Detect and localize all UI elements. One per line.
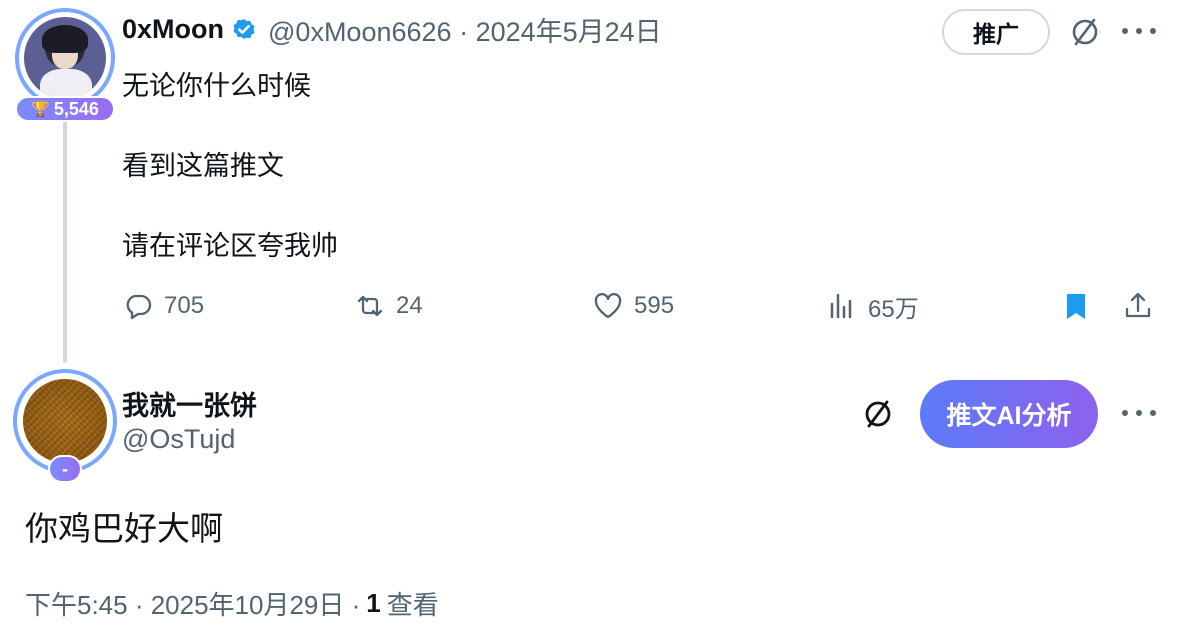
tweet-text-line-1: 无论你什么时候 [122,71,311,101]
reply-author-handle[interactable]: @OsTujd [122,424,235,455]
score-badge: 🏆 5,546 [15,96,115,122]
retweet-count: 24 [396,292,423,319]
reply-views-count: 1 [366,588,381,618]
like-count: 595 [634,292,675,319]
reply-meta: 下午5:45 · 2025年10月29日 · 1 查看 [25,585,439,622]
share-icon [1125,292,1151,318]
avatar-image [24,17,106,99]
share-button[interactable] [1122,284,1154,328]
tweet-action-bar: 705 24 595 65万 [122,284,1162,328]
verified-badge-icon [233,19,255,39]
separator-dot: · [459,16,476,47]
like-button[interactable]: 595 [592,284,674,328]
more-icon[interactable] [1122,408,1156,418]
views-button[interactable]: 65万 [826,284,919,328]
reply-views-label: 查看 [386,590,439,620]
slash-circle-icon[interactable] [1067,14,1103,50]
bookmark-icon [1067,294,1085,319]
reply-count: 705 [164,292,205,319]
views-count: 65万 [868,295,919,323]
author-name[interactable]: 0xMoon [122,14,224,45]
reply-timestamp[interactable]: 下午5:45 · 2025年10月29日 · [25,585,360,622]
thread-connector-line [63,118,67,363]
views-icon [830,293,852,319]
reply-author-name[interactable]: 我就一张饼 [122,384,257,423]
author-avatar[interactable] [15,8,115,108]
score-value: 5,546 [53,98,99,119]
bookmark-button[interactable] [1060,284,1092,328]
reply-icon [126,294,152,320]
trophy-icon: 🏆 [31,101,50,118]
retweet-icon [357,295,383,317]
tweet-text-line-3: 请在评论区夸我帅 [122,231,338,261]
author-handle-date[interactable]: @0xMoon6626 · 2024年5月24日 [268,10,662,49]
avatar-image [23,379,107,463]
ai-analysis-button[interactable]: 推文AI分析 [920,380,1098,448]
reply-text: 你鸡巴好大啊 [25,510,223,547]
like-icon [594,293,622,319]
tweet-header: 0xMoon @0xMoon6626 · 2024年5月24日 [122,10,662,49]
tweet-text-line-2: 看到这篇推文 [122,151,284,181]
reply-score-badge: - [48,455,82,483]
author-handle[interactable]: @0xMoon6626 [268,17,452,47]
more-icon[interactable] [1122,26,1156,36]
promote-button[interactable]: 推广 [942,9,1050,55]
tweet-date[interactable]: 2024年5月24日 [476,17,662,47]
reply-button[interactable]: 705 [122,284,204,328]
retweet-button[interactable]: 24 [354,284,423,328]
slash-circle-icon[interactable] [860,396,896,432]
